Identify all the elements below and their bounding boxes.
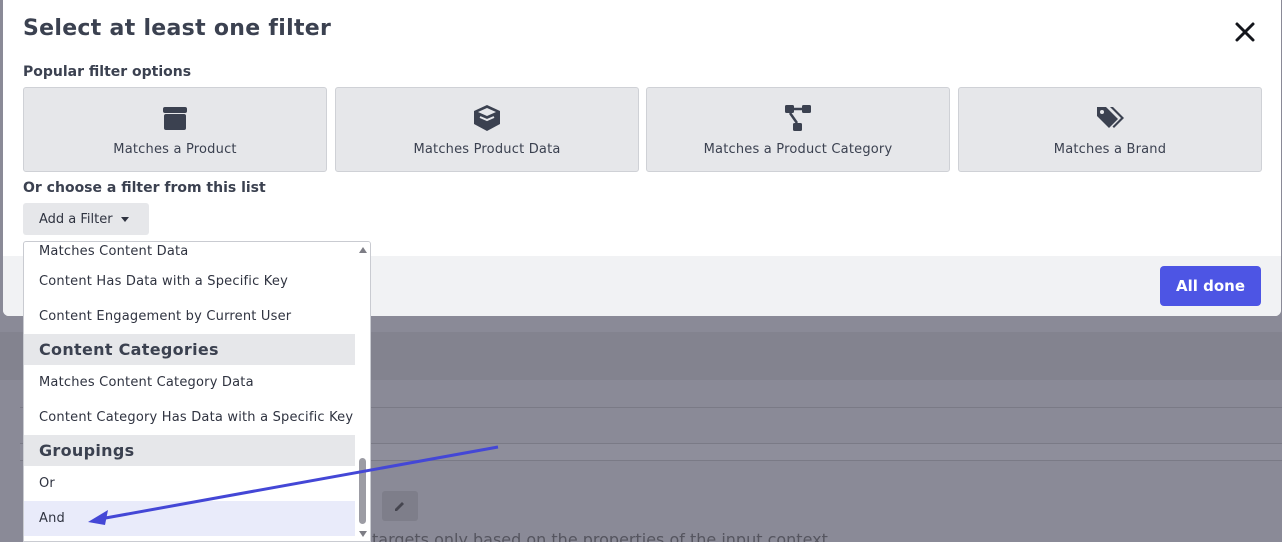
- add-filter-label: Add a Filter: [39, 211, 113, 227]
- caret-down-icon: [121, 217, 129, 222]
- dropdown-option[interactable]: Content Category Has Data with a Specifi…: [24, 400, 355, 435]
- dropdown-option[interactable]: Matches Content Category Data: [24, 365, 355, 400]
- modal-title: Select at least one filter: [23, 16, 332, 41]
- choose-filter-label: Or choose a filter from this list: [23, 180, 266, 196]
- dropdown-scrollbar[interactable]: [355, 242, 370, 541]
- dropdown-group-header: Content Categories: [24, 334, 355, 365]
- background-description-text: targets only based on the properties of …: [372, 530, 828, 542]
- filter-card-product-data[interactable]: Matches Product Data: [335, 87, 639, 172]
- close-button[interactable]: [1231, 18, 1259, 46]
- filter-card-product-category[interactable]: Matches a Product Category: [646, 87, 950, 172]
- filter-dropdown-list[interactable]: Matches Content Data Content Has Data wi…: [23, 241, 371, 542]
- dropdown-option-or[interactable]: Or: [24, 466, 355, 501]
- open-box-icon: [474, 105, 500, 131]
- filter-card-label: Matches a Product Category: [703, 142, 893, 157]
- filter-card-label: Matches Product Data: [413, 142, 561, 157]
- pencil-icon: [395, 502, 404, 511]
- dropdown-group-header: Groupings: [24, 435, 355, 466]
- hierarchy-icon: [785, 105, 811, 131]
- filter-card-brand[interactable]: Matches a Brand: [958, 87, 1262, 172]
- dropdown-options: Matches Content Data Content Has Data wi…: [24, 242, 355, 536]
- all-done-button[interactable]: All done: [1160, 266, 1261, 306]
- add-filter-dropdown-button[interactable]: Add a Filter: [23, 203, 149, 235]
- close-icon[interactable]: [1231, 18, 1259, 46]
- background-edit-button: [382, 491, 418, 521]
- filter-card-matches-product[interactable]: Matches a Product: [23, 87, 327, 172]
- tags-icon: [1097, 107, 1124, 128]
- scrollbar-thumb[interactable]: [359, 458, 366, 524]
- popular-filters-label: Popular filter options: [23, 64, 192, 80]
- box-icon: [163, 107, 187, 130]
- dropdown-option[interactable]: Content Engagement by Current User: [24, 299, 355, 334]
- popular-filter-cards: Matches a Product Matches Product Data M…: [23, 87, 1262, 172]
- filter-card-label: Matches a Product: [113, 142, 237, 157]
- dropdown-option-and[interactable]: And: [24, 501, 355, 536]
- scroll-down-arrow-icon[interactable]: [359, 531, 367, 537]
- scroll-up-arrow-icon[interactable]: [359, 247, 367, 253]
- dropdown-option[interactable]: Matches Content Data: [24, 242, 355, 264]
- dropdown-option[interactable]: Content Has Data with a Specific Key: [24, 264, 355, 299]
- filter-card-label: Matches a Brand: [1053, 142, 1167, 157]
